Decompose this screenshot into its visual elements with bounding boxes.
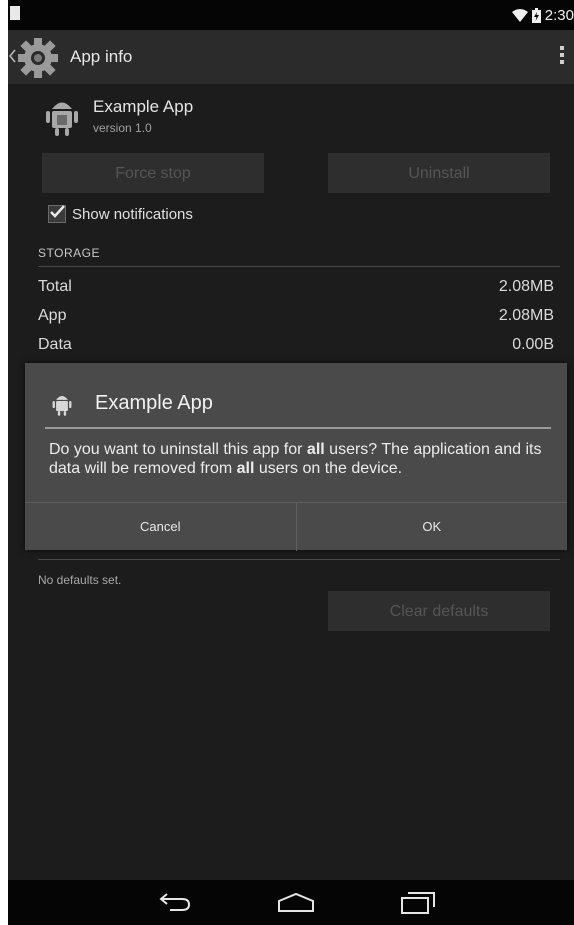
dialog-message-text: users on the device. (254, 460, 403, 477)
up-icon[interactable] (8, 49, 16, 68)
uninstall-dialog: Example App Do you want to uninstall thi… (25, 363, 567, 551)
ok-button[interactable]: OK (297, 503, 568, 551)
cancel-button[interactable]: Cancel (25, 503, 297, 551)
status-bar: 2:30 (8, 0, 574, 30)
no-defaults-text: No defaults set. (38, 573, 122, 587)
home-icon[interactable] (276, 892, 316, 917)
app-version: version 1.0 (93, 121, 152, 135)
storage-row-app: App 2.08MB (38, 307, 554, 325)
storage-row-data: Data 0.00B (38, 336, 554, 354)
force-stop-button[interactable]: Force stop (42, 153, 264, 193)
dialog-message-bold: all (306, 441, 325, 458)
dialog-divider (45, 427, 551, 429)
battery-icon (531, 7, 541, 23)
show-notifications-row[interactable]: Show notifications (48, 205, 193, 223)
uninstall-button[interactable]: Uninstall (328, 153, 550, 193)
storage-label: App (38, 307, 67, 324)
device-screen: 2:30 App info Example App version 1.0 Fo… (8, 0, 574, 925)
navigation-bar (8, 880, 574, 925)
clear-defaults-button[interactable]: Clear defaults (328, 591, 550, 631)
notification-icon (10, 6, 20, 20)
overflow-menu-icon[interactable] (560, 46, 566, 67)
storage-value: 2.08MB (498, 307, 554, 324)
storage-row-total: Total 2.08MB (38, 278, 554, 296)
show-notifications-checkbox[interactable] (48, 205, 66, 223)
storage-value: 2.08MB (498, 278, 554, 295)
app-name: Example App (93, 97, 194, 116)
app-settings-gear-icon[interactable] (16, 36, 64, 85)
dialog-message-text: Do you want to uninstall this app for (49, 441, 307, 458)
dialog-button-bar: Cancel OK (25, 502, 567, 551)
storage-label: Data (38, 336, 72, 353)
storage-value: 0.00B (512, 336, 554, 353)
status-time: 2:30 (544, 6, 574, 24)
storage-label: Total (38, 278, 72, 295)
dialog-message-bold: all (236, 460, 255, 477)
action-bar: App info (8, 30, 574, 84)
dialog-title: Example App (95, 392, 213, 414)
wifi-icon (511, 8, 528, 22)
status-icons: 2:30 (511, 5, 574, 25)
show-notifications-label: Show notifications (72, 205, 193, 223)
back-icon[interactable] (158, 892, 192, 917)
storage-section-header: STORAGE (38, 246, 100, 260)
section-divider (38, 266, 560, 267)
recent-apps-icon[interactable] (400, 892, 436, 919)
android-robot-icon (51, 391, 73, 422)
page-title: App info (70, 47, 133, 66)
dialog-message: Do you want to uninstall this app for al… (49, 440, 549, 478)
android-robot-icon (44, 94, 80, 143)
section-divider (38, 559, 560, 560)
